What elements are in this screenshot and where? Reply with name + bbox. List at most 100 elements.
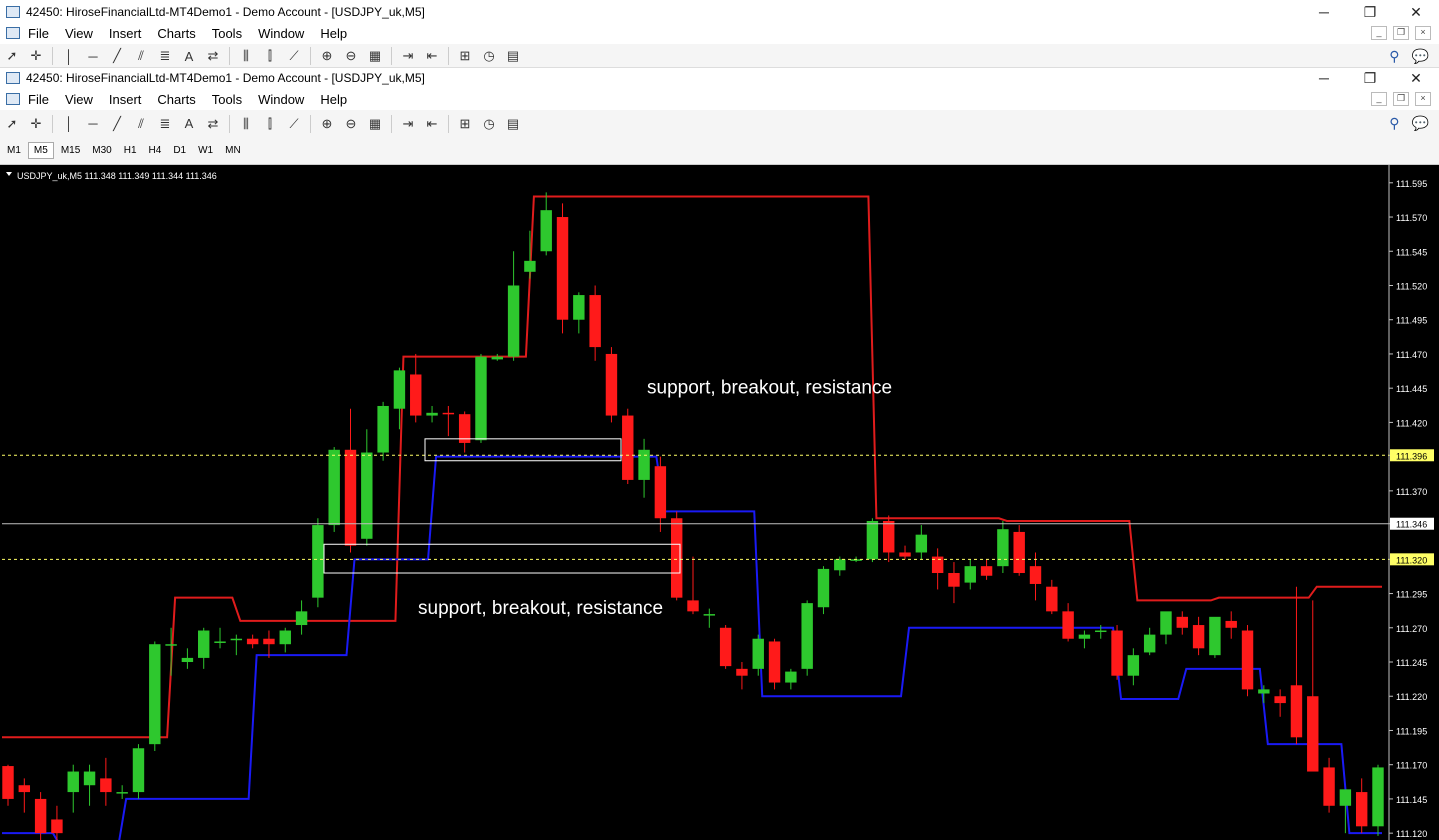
inner-close-icon[interactable]: ✕ xyxy=(1393,68,1439,88)
inner-menu-file[interactable]: File xyxy=(20,92,57,107)
inner-mdi-restore-icon[interactable]: ❐ xyxy=(1393,92,1409,106)
inner-templates-icon[interactable]: ▤ xyxy=(501,113,525,135)
inner-fibonacci-icon[interactable]: ≣ xyxy=(153,113,177,135)
menu-view[interactable]: View xyxy=(57,26,101,41)
crosshair-icon[interactable]: ✛ xyxy=(24,45,48,67)
chart-shift-icon[interactable]: ⇤ xyxy=(420,45,444,67)
candle-body xyxy=(442,412,455,415)
inner-candlestick-icon[interactable]: ⫿ xyxy=(258,113,282,135)
inner-menu-view[interactable]: View xyxy=(57,92,101,107)
autoscroll-icon[interactable]: ⇥ xyxy=(396,45,420,67)
outer-window-title: 42450: HiroseFinancialLtd-MT4Demo1 - Dem… xyxy=(26,5,425,19)
minimize-icon[interactable]: ─ xyxy=(1301,0,1347,24)
inner-chart-shift-icon[interactable]: ⇤ xyxy=(420,113,444,135)
periods-icon[interactable]: ◷ xyxy=(477,45,501,67)
close-icon[interactable]: ✕ xyxy=(1393,0,1439,24)
tile-windows-icon[interactable]: ▦ xyxy=(363,45,387,67)
channel-icon[interactable]: ⫽ xyxy=(129,45,153,67)
mdi-close-icon[interactable]: × xyxy=(1415,26,1431,40)
maximize-icon[interactable]: ❐ xyxy=(1347,0,1393,24)
inner-text-icon[interactable]: A xyxy=(177,113,201,135)
inner-autoscroll-icon[interactable]: ⇥ xyxy=(396,113,420,135)
candle-body xyxy=(214,641,226,643)
vertical-line-icon[interactable]: │ xyxy=(57,45,81,67)
inner-menu-help[interactable]: Help xyxy=(312,92,355,107)
fibonacci-icon[interactable]: ≣ xyxy=(153,45,177,67)
inner-vertical-line-icon[interactable]: │ xyxy=(57,113,81,135)
inner-line-chart-icon[interactable]: ⟋ xyxy=(282,113,306,135)
mdi-minimize-icon[interactable]: _ xyxy=(1371,26,1387,40)
search-icon[interactable]: ⚲ xyxy=(1389,48,1399,65)
candlestick-icon[interactable]: ⫿ xyxy=(258,45,282,67)
inner-arrows-icon[interactable]: ⇄ xyxy=(201,113,225,135)
zoom-in-icon[interactable]: ⊕ xyxy=(315,45,339,67)
candle-body xyxy=(964,566,976,583)
price-label: 111.270 xyxy=(1396,624,1427,634)
candle-body xyxy=(817,568,830,608)
menu-insert[interactable]: Insert xyxy=(101,26,150,41)
candle-body xyxy=(1355,792,1368,827)
inner-crosshair-icon[interactable]: ✛ xyxy=(24,113,48,135)
price-label: 111.295 xyxy=(1396,590,1427,600)
chart-window-icon xyxy=(6,27,20,39)
inner-menu-charts[interactable]: Charts xyxy=(149,92,203,107)
inner-chat-icon[interactable]: 💬 xyxy=(1412,115,1429,132)
chat-icon[interactable]: 💬 xyxy=(1412,48,1429,65)
bar-chart-icon[interactable]: ⫼ xyxy=(234,45,258,67)
inner-menu-insert[interactable]: Insert xyxy=(101,92,150,107)
inner-bar-chart-icon[interactable]: ⫼ xyxy=(234,113,258,135)
inner-mdi-minimize-icon[interactable]: _ xyxy=(1371,92,1387,106)
inner-horizontal-line-icon[interactable]: ─ xyxy=(81,113,105,135)
inner-indicators-icon[interactable]: ⊞ xyxy=(453,113,477,135)
inner-menu-tools[interactable]: Tools xyxy=(204,92,250,107)
inner-trendline-icon[interactable]: ╱ xyxy=(105,113,129,135)
text-icon[interactable]: A xyxy=(177,45,201,67)
inner-zoom-out-icon[interactable]: ⊖ xyxy=(339,113,363,135)
timeframe-m1[interactable]: M1 xyxy=(2,143,26,158)
candle-body xyxy=(181,657,194,663)
inner-toolbar: ➚ ✛ │ ─ ╱ ⫽ ≣ A ⇄ ⫼ ⫿ ⟋ ⊕ ⊖ ▦ ⇥ ⇤ ⊞ ◷ ▤ … xyxy=(0,110,1439,137)
trendline-icon[interactable]: ╱ xyxy=(105,45,129,67)
candle-body xyxy=(67,771,79,793)
menu-charts[interactable]: Charts xyxy=(149,26,203,41)
zoom-out-icon[interactable]: ⊖ xyxy=(339,45,363,67)
timeframe-m15[interactable]: M15 xyxy=(56,143,85,158)
timeframe-h1[interactable]: H1 xyxy=(119,143,142,158)
candle-body xyxy=(377,405,389,453)
menu-tools[interactable]: Tools xyxy=(204,26,250,41)
inner-periods-icon[interactable]: ◷ xyxy=(477,113,501,135)
candle-body xyxy=(1192,625,1205,649)
menu-file[interactable]: File xyxy=(20,26,57,41)
indicators-icon[interactable]: ⊞ xyxy=(453,45,477,67)
price-label: 111.120 xyxy=(1396,829,1427,839)
mdi-restore-icon[interactable]: ❐ xyxy=(1393,26,1409,40)
cursor-icon[interactable]: ➚ xyxy=(0,45,24,67)
horizontal-line-icon[interactable]: ─ xyxy=(81,45,105,67)
inner-tile-windows-icon[interactable]: ▦ xyxy=(363,113,387,135)
price-chart[interactable]: 111.595 111.570 111.545 111.520 111.495 111.4… xyxy=(0,165,1439,840)
timeframe-d1[interactable]: D1 xyxy=(168,143,191,158)
timeframe-w1[interactable]: W1 xyxy=(193,143,218,158)
inner-maximize-icon[interactable]: ❐ xyxy=(1347,68,1393,88)
templates-icon[interactable]: ▤ xyxy=(501,45,525,67)
timeframe-m30[interactable]: M30 xyxy=(87,143,116,158)
inner-menu-window[interactable]: Window xyxy=(250,92,312,107)
candle-body xyxy=(410,374,422,416)
inner-cursor-icon[interactable]: ➚ xyxy=(0,113,24,135)
candle-body xyxy=(768,641,781,683)
inner-search-icon[interactable]: ⚲ xyxy=(1389,115,1399,132)
arrows-icon[interactable]: ⇄ xyxy=(201,45,225,67)
inner-zoom-in-icon[interactable]: ⊕ xyxy=(315,113,339,135)
candle-body xyxy=(573,295,585,320)
line-chart-icon[interactable]: ⟋ xyxy=(282,45,306,67)
menu-help[interactable]: Help xyxy=(312,26,355,41)
upper-level-price-label: 111.396 xyxy=(1396,451,1427,461)
menu-window[interactable]: Window xyxy=(250,26,312,41)
inner-channel-icon[interactable]: ⫽ xyxy=(129,113,153,135)
inner-minimize-icon[interactable]: ─ xyxy=(1301,68,1347,88)
timeframe-m5[interactable]: M5 xyxy=(27,142,54,159)
timeframe-h4[interactable]: H4 xyxy=(144,143,167,158)
inner-mdi-close-icon[interactable]: × xyxy=(1415,92,1431,106)
timeframe-mn[interactable]: MN xyxy=(220,143,246,158)
candle-body xyxy=(1209,616,1221,656)
